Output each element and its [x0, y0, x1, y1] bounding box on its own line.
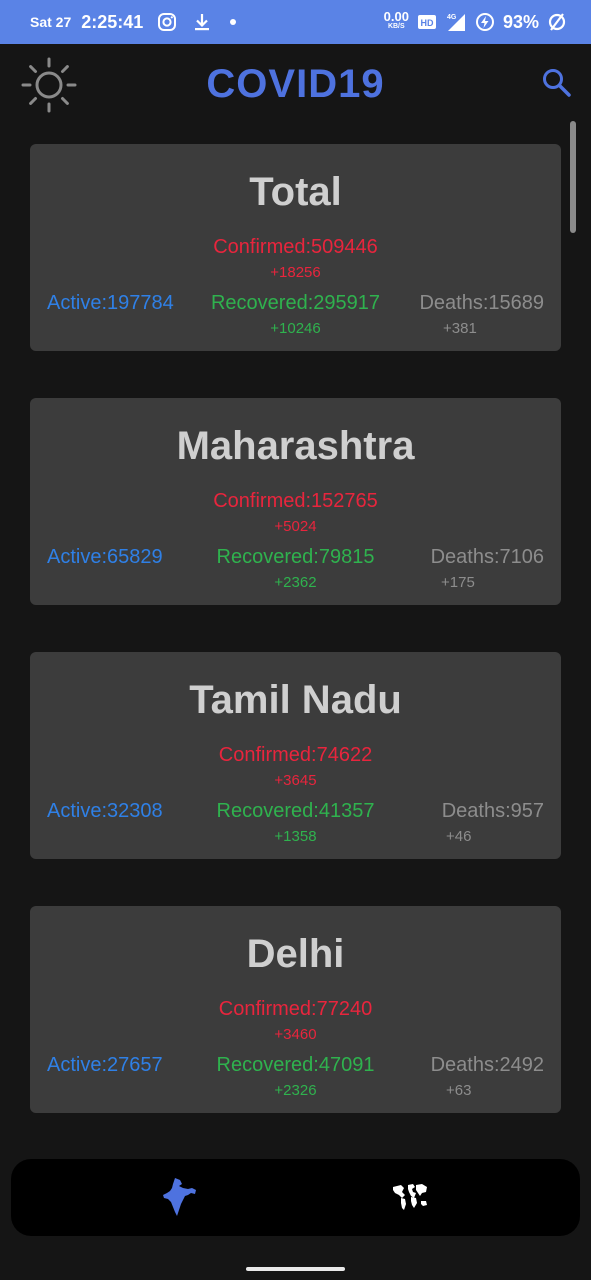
confirmed-count: Confirmed:77240 [218, 998, 373, 1020]
deaths-delta: +63 [446, 1082, 472, 1099]
download-icon [193, 12, 211, 32]
battery-level: 93% [502, 11, 539, 32]
status-bar: Sat 27 2:25:41 0.00 KB/S HD 4G 93% [0, 0, 591, 44]
state-card-maharashtra[interactable]: Maharashtra Confirmed:152765 +5024 Activ… [30, 398, 561, 605]
app-bar: COVID19 [0, 44, 591, 124]
deaths-count: Deaths:2492 [430, 1054, 544, 1076]
status-date: Sat 27 [30, 14, 72, 30]
gesture-bar[interactable] [246, 1267, 345, 1271]
summary-card-total[interactable]: Total Confirmed:509446 +18256 Active:197… [30, 144, 561, 351]
signal-4g-icon: 4G [445, 12, 467, 32]
hd-icon: HD [417, 14, 437, 30]
confirmed-delta: +3460 [274, 1026, 317, 1043]
card-title: Total [249, 170, 342, 214]
card-title: Delhi [246, 932, 345, 976]
network-speed: 0.00 KB/S [383, 9, 409, 30]
confirmed-delta: +3645 [274, 772, 317, 789]
nav-india-button[interactable] [161, 1177, 199, 1217]
state-card-tamil-nadu[interactable]: Tamil Nadu Confirmed:74622 +3645 Active:… [30, 652, 561, 859]
confirmed-delta: +18256 [270, 264, 321, 281]
card-title: Maharashtra [176, 424, 415, 468]
confirmed-delta: +5024 [274, 518, 317, 535]
svg-text:HD: HD [420, 18, 433, 28]
confirmed-count: Confirmed:152765 [213, 490, 378, 512]
deaths-count: Deaths:15689 [419, 292, 544, 314]
recovered-delta: +10246 [270, 320, 321, 337]
deaths-count: Deaths:7106 [430, 546, 544, 568]
scrollbar[interactable] [570, 121, 576, 233]
recovered-delta: +2362 [274, 574, 317, 591]
bottom-navigation [11, 1159, 580, 1236]
confirmed-count: Confirmed:509446 [213, 236, 378, 258]
confirmed-count: Confirmed:74622 [218, 744, 373, 766]
deaths-count: Deaths:957 [441, 800, 544, 822]
deaths-delta: +46 [446, 828, 472, 845]
instagram-icon [157, 12, 177, 32]
battery-saver-icon [475, 12, 495, 32]
deaths-delta: +175 [441, 574, 475, 591]
state-card-delhi[interactable]: Delhi Confirmed:77240 +3460 Active:27657… [30, 906, 561, 1113]
app-title: COVID19 [206, 62, 385, 106]
india-map-icon [163, 1178, 196, 1216]
recovered-delta: +1358 [274, 828, 317, 845]
notification-dot-icon [229, 18, 237, 26]
world-map-icon [393, 1184, 427, 1210]
search-icon [543, 69, 571, 97]
nav-world-button[interactable] [391, 1181, 429, 1213]
status-time: 2:25:41 [81, 11, 144, 32]
svg-text:4G: 4G [447, 14, 457, 21]
data-saver-icon [547, 12, 567, 32]
recovered-delta: +2326 [274, 1082, 317, 1099]
deaths-delta: +381 [443, 320, 477, 337]
card-title: Tamil Nadu [189, 678, 402, 722]
search-button[interactable] [540, 66, 574, 100]
